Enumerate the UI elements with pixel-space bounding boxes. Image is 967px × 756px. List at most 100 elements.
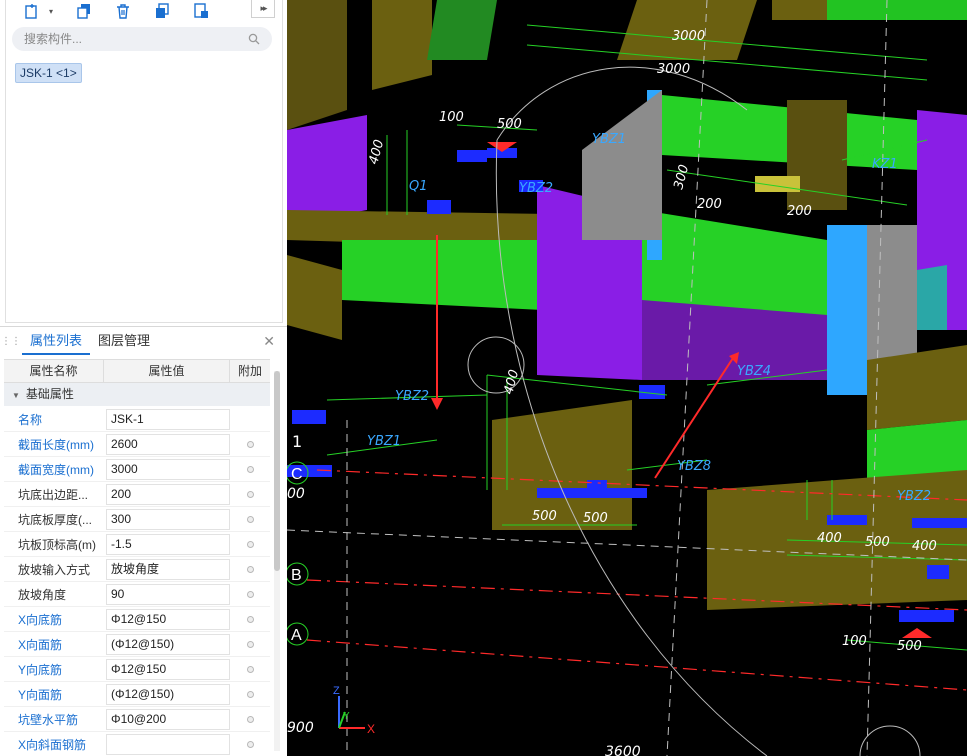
collapse-caret-icon: ▼	[12, 391, 20, 400]
property-name: 放坡输入方式	[18, 562, 91, 577]
red-arrow-head	[431, 398, 443, 410]
properties-scrollbar[interactable]	[274, 371, 280, 751]
copy-component-button[interactable]	[71, 1, 97, 21]
double-chevron-right-icon: ▸▸	[260, 3, 267, 13]
property-row[interactable]: 坑底板厚度(... 300	[4, 507, 270, 532]
drag-handle-icon[interactable]: ⋮⋮	[0, 327, 22, 355]
new-dropdown-button[interactable]: ▾	[44, 1, 58, 21]
property-value-field[interactable]: (Φ12@150)	[106, 683, 230, 705]
element-label: YBZ2	[395, 389, 429, 404]
element-label: Q1	[409, 179, 428, 194]
extra-checkbox-icon[interactable]	[246, 440, 254, 448]
property-row[interactable]: Y向面筋 (Φ12@150)	[4, 682, 270, 707]
dim-label: 3000	[657, 62, 690, 77]
property-extra[interactable]	[230, 640, 270, 648]
view-triad[interactable]: Z Y X	[333, 685, 375, 736]
property-extra[interactable]	[230, 515, 270, 523]
teal-block	[917, 265, 947, 330]
dim-label: 300	[671, 163, 692, 191]
property-row[interactable]: X向面筋 (Φ12@150)	[4, 632, 270, 657]
property-name: 名称	[18, 412, 43, 427]
property-name: X向底筋	[18, 612, 63, 627]
blue-plate	[292, 410, 326, 424]
property-value-field[interactable]: Φ12@150	[106, 658, 230, 680]
property-name: Y向面筋	[18, 687, 63, 702]
search-icon[interactable]	[248, 33, 260, 45]
property-name: 坑板顶标高(m)	[18, 537, 96, 552]
extra-checkbox-icon[interactable]	[246, 565, 254, 573]
extra-checkbox-icon[interactable]	[246, 540, 254, 548]
property-extra[interactable]	[230, 465, 270, 473]
property-extra[interactable]	[230, 540, 270, 548]
cad-scene[interactable]: 3000 3000 100 500 200 200 500 500 400 50…	[287, 0, 967, 756]
component-search	[12, 27, 272, 51]
property-value-field[interactable]: (Φ12@150)	[106, 633, 230, 655]
property-row[interactable]: 坑底出边距... 200	[4, 482, 270, 507]
blue-plate	[927, 565, 949, 579]
property-row[interactable]: 名称 JSK-1	[4, 407, 270, 432]
component-tree-item[interactable]: JSK-1 <1>	[15, 63, 82, 83]
delete-component-button[interactable]	[110, 1, 136, 21]
extra-checkbox-icon[interactable]	[246, 590, 254, 598]
property-row[interactable]: X向底筋 Φ12@150	[4, 607, 270, 632]
search-input[interactable]	[24, 32, 248, 46]
column-header-name: 属性名称	[4, 360, 104, 382]
property-value-field[interactable]: Φ10@200	[106, 708, 230, 730]
property-extra[interactable]	[230, 490, 270, 498]
property-row[interactable]: Y向底筋 Φ12@150	[4, 657, 270, 682]
property-row[interactable]: 放坡输入方式 放坡角度	[4, 557, 270, 582]
property-value-field[interactable]: -1.5	[106, 533, 230, 555]
3d-viewport[interactable]: 3000 3000 100 500 200 200 500 500 400 50…	[287, 0, 967, 756]
property-extra[interactable]	[230, 440, 270, 448]
property-row[interactable]: 截面长度(mm) 2600	[4, 432, 270, 457]
extra-checkbox-icon[interactable]	[246, 740, 254, 748]
close-icon[interactable]: ✕	[263, 333, 275, 350]
tab-property-list[interactable]: 属性列表	[22, 327, 91, 355]
gray-wall	[582, 90, 662, 240]
property-value-field[interactable]: Φ12@150	[106, 608, 230, 630]
scrollbar-thumb[interactable]	[274, 371, 280, 571]
property-extra[interactable]	[230, 715, 270, 723]
extra-checkbox-icon[interactable]	[246, 615, 254, 623]
extra-checkbox-icon[interactable]	[246, 515, 254, 523]
extra-checkbox-icon[interactable]	[246, 665, 254, 673]
property-row[interactable]: 坑壁水平筋 Φ10@200	[4, 707, 270, 732]
dim-label: 900	[287, 720, 314, 736]
property-extra[interactable]	[230, 565, 270, 573]
column-header-extra: 附加	[237, 364, 262, 378]
property-value-field[interactable]: 放坡角度	[106, 558, 230, 580]
property-value-field[interactable]: 3000	[106, 458, 230, 480]
property-value-field[interactable]: 2600	[106, 433, 230, 455]
property-value-field[interactable]: 90	[106, 583, 230, 605]
property-extra[interactable]	[230, 690, 270, 698]
property-row[interactable]: 坑板顶标高(m) -1.5	[4, 532, 270, 557]
property-extra[interactable]	[230, 615, 270, 623]
extra-checkbox-icon[interactable]	[246, 715, 254, 723]
property-row[interactable]: X向斜面钢筋	[4, 732, 270, 756]
property-row[interactable]: 放坡角度 90	[4, 582, 270, 607]
olive-block	[287, 0, 347, 130]
property-extra[interactable]	[230, 590, 270, 598]
property-value-field[interactable]: JSK-1	[106, 408, 230, 430]
dim-label: 100	[439, 110, 464, 125]
property-group-basic[interactable]: ▼ 基础属性	[4, 383, 270, 406]
property-value-field[interactable]	[106, 733, 230, 755]
extra-checkbox-icon[interactable]	[246, 465, 254, 473]
property-value-field[interactable]: 200	[106, 483, 230, 505]
new-component-button[interactable]	[18, 1, 44, 21]
extra-checkbox-icon[interactable]	[246, 690, 254, 698]
chevron-down-icon: ▾	[48, 6, 53, 16]
triad-z-label: Z	[333, 685, 340, 697]
extra-checkbox-icon[interactable]	[246, 640, 254, 648]
dim-label: 400	[817, 531, 842, 546]
property-extra[interactable]	[230, 665, 270, 673]
toolbar-overflow-button[interactable]: ▸▸	[251, 0, 275, 18]
tab-layer-management[interactable]: 图层管理	[90, 327, 158, 355]
import-button[interactable]	[188, 1, 214, 21]
property-value-field[interactable]: 300	[106, 508, 230, 530]
properties-grid-header: 属性名称 属性值 附加	[4, 359, 270, 383]
layer-copy-button[interactable]	[149, 1, 175, 21]
property-extra[interactable]	[230, 740, 270, 748]
extra-checkbox-icon[interactable]	[246, 490, 254, 498]
property-row[interactable]: 截面宽度(mm) 3000	[4, 457, 270, 482]
